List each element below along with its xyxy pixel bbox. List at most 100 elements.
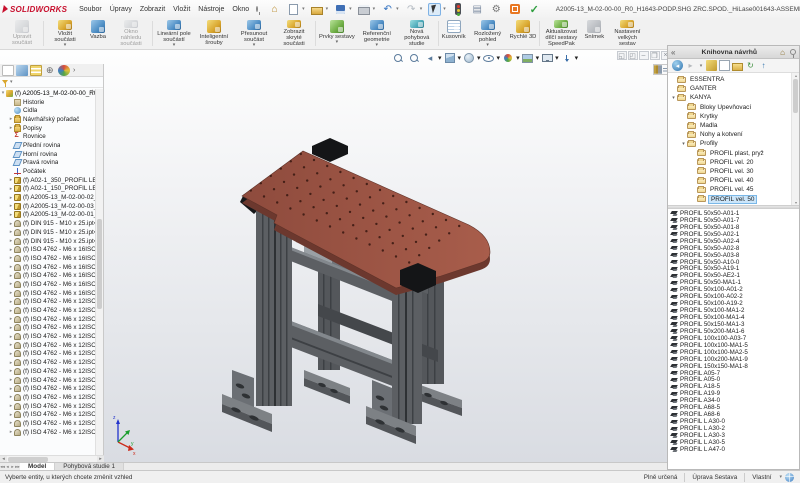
library-folder-ganter[interactable]: GANTER (668, 84, 799, 93)
propertymanager-tab-icon[interactable] (16, 65, 28, 76)
display-mode-dropdown-icon[interactable]: ▾ (779, 474, 782, 480)
tree-item[interactable]: ▸(f) ISO 4762 - M6 x 12ISO.ipt- (0, 324, 96, 333)
tree-item[interactable]: Počátek (0, 167, 96, 176)
tree-vertical-scrollbar[interactable] (95, 89, 103, 455)
library-item[interactable]: PROFIL 50x50-A02-4 (671, 238, 799, 245)
print-icon[interactable] (358, 3, 371, 16)
quick-select-cursor-icon[interactable]: ▾ (427, 3, 447, 16)
library-item[interactable]: PROFIL A68-5 (671, 404, 799, 411)
library-item[interactable]: PROFIL L A47-0 (671, 446, 799, 453)
apply-check-icon[interactable] (528, 3, 541, 16)
dropdown-icon[interactable]: ▾ (376, 43, 379, 47)
library-folder-profil-vel-45[interactable]: PROFIL vel. 45 (668, 185, 799, 194)
library-item[interactable]: PROFIL 50x50-A02-1 (671, 231, 799, 238)
library-item[interactable]: PROFIL 50x100-MA1-2 (671, 307, 799, 314)
tree-item[interactable]: ▸(f) ISO 4762 - M6 x 12ISO.ipt- (0, 358, 96, 367)
ribbon-button-line-rn-pole-sou-st[interactable]: Lineární pole součástí▾ (154, 19, 194, 48)
ribbon-button-aktualizovat-d-l-sestavy-speedpak[interactable]: Aktualizovat dílčí sestavy SpeedPak (541, 19, 581, 48)
headsup-display-style-icon[interactable]: ▾ (461, 52, 481, 64)
headsup-zoom-area-icon[interactable] (406, 52, 422, 64)
ribbon-button-kusovn-k[interactable]: Kusovník (440, 19, 468, 48)
tree-item[interactable]: ▸(f) DIN 915 - M10 x 25.ipt<2> (0, 228, 96, 237)
tree-root-item[interactable]: ▾(f) A2005-13_M-02-00-00_R0_H16 (0, 89, 96, 98)
library-folder-essentra[interactable]: ESSENTRA (668, 75, 799, 84)
quick-redo-icon[interactable]: ▾ (404, 3, 424, 16)
scene-icon[interactable] (521, 52, 534, 64)
globe-icon[interactable] (785, 473, 794, 482)
tree-item[interactable]: ▸(f) A2005-13_M-02-00-01_R0_ (0, 211, 96, 220)
dropdown-icon[interactable]: ▾ (173, 43, 176, 47)
tree-item[interactable]: ▸(f) ISO 4762 - M6 x 16ISO.ipt- (0, 245, 96, 254)
quick-rebuild-traffic-light-icon[interactable] (451, 3, 466, 16)
tree-item[interactable]: Horní rovina (0, 150, 96, 159)
home-icon[interactable] (268, 3, 281, 16)
library-folder-madla[interactable]: Madla (668, 121, 799, 130)
menu-pin-icon[interactable] (256, 6, 258, 12)
appearance-icon[interactable] (502, 52, 515, 64)
quick-options-gear-icon[interactable] (489, 3, 504, 16)
library-item[interactable]: PROFIL 50x100-MA1-4 (671, 314, 799, 321)
dropdown-icon[interactable]: ▾ (575, 54, 579, 62)
library-item[interactable]: PROFIL 100x200-MA1-9 (671, 356, 799, 363)
tree-item[interactable]: ▸(f) ISO 4762 - M6 x 12ISO.ipt- (0, 367, 96, 376)
ribbon-button-vazba[interactable]: Vazba (85, 19, 111, 48)
tree-item[interactable]: ▸(f) ISO 4762 - M6 x 12ISO.ipt- (0, 419, 96, 428)
tabs-overflow-icon[interactable]: › (73, 67, 75, 74)
refresh-icon[interactable]: ↻ (745, 60, 756, 71)
tree-item[interactable]: ▸(f) A02-1_350_PROFIL LEHKY (0, 176, 96, 185)
tree-item[interactable]: Čidla (0, 106, 96, 115)
tree-item[interactable]: ▸(f) ISO 4762 - M6 x 12ISO.ipt- (0, 410, 96, 419)
tree-item[interactable]: ▸(f) DIN 915 - M10 x 25.ipt<1> (0, 219, 96, 228)
scroll-up-icon[interactable]: ^ (91, 90, 94, 96)
tree-item[interactable]: ▸(f) ISO 4762 - M6 x 12ISO.ipt- (0, 402, 96, 411)
quick-print-icon[interactable]: ▾ (357, 3, 377, 16)
library-item[interactable]: PROFIL L A30-0 (671, 418, 799, 425)
quick-open-icon[interactable]: ▾ (310, 3, 330, 16)
library-item[interactable]: PROFIL 50x50-A10-0 (671, 259, 799, 266)
tree-item[interactable]: ▸(f) ISO 4762 - M6 x 12ISO.ipt- (0, 428, 96, 437)
dropdown[interactable]: ▾ (698, 60, 704, 71)
dropdown-icon[interactable]: ▾ (486, 43, 489, 47)
headsup-zoom-fit-icon[interactable] (390, 52, 406, 64)
tree-item[interactable]: ▸(f) ISO 4762 - M6 x 16ISO.ipt- (0, 280, 96, 289)
library-item[interactable]: PROFIL 50x100-A02-2 (671, 293, 799, 300)
library-item[interactable]: PROFIL 50x50-A19-1 (671, 266, 799, 273)
tree-item[interactable]: ▸(f) ISO 4762 - M6 x 16ISO.ipt- (0, 254, 96, 263)
menu-zobrazit[interactable]: Zobrazit (136, 3, 169, 16)
tree-item[interactable]: Rovnice (0, 132, 96, 141)
library-item[interactable]: PROFIL L A30-3 (671, 432, 799, 439)
quick-pdm-icon[interactable] (508, 3, 523, 16)
library-folder-profil-vel-40[interactable]: PROFIL vel. 40 (668, 176, 799, 185)
tree-item[interactable]: ▸(f) ISO 4762 - M6 x 16ISO.ipt- (0, 271, 96, 280)
save-icon[interactable] (334, 3, 347, 16)
tree-item[interactable]: ▸(f) ISO 4762 - M6 x 12ISO.ipt- (0, 350, 96, 359)
quick-save-icon[interactable]: ▾ (333, 3, 353, 16)
custom-properties-icon[interactable] (660, 65, 662, 74)
ribbon-button-vlo-it-sou-sti[interactable]: Vložit součásti▾ (45, 19, 85, 48)
ribbon-button-rozlo-en-pohled[interactable]: Rozložený pohled▾ (468, 19, 508, 48)
collapse-caret-icon[interactable]: ▾ (670, 95, 677, 101)
dropdown-icon[interactable]: ▾ (443, 6, 446, 12)
tree-filter-bar[interactable]: ▾ (0, 77, 103, 88)
design-table-icon[interactable] (471, 3, 484, 16)
ribbon-button-zobrazit-skryt-sou-sti[interactable]: Zobrazit skryté součásti (274, 19, 314, 48)
view-orientation-icon[interactable] (443, 52, 456, 64)
library-folder-profily[interactable]: ▾Profily (668, 139, 799, 148)
forward-icon[interactable]: ▸ (685, 60, 696, 71)
pdm-icon[interactable] (509, 3, 522, 16)
ribbon-button-p-esunout-sou-st[interactable]: Přesunout součást▾ (234, 19, 274, 48)
folder-icon[interactable] (732, 63, 743, 71)
tree-item[interactable]: Pravá rovina (0, 159, 96, 168)
dropdown-icon[interactable]: ▾ (420, 6, 423, 12)
rebuild-traffic-light-icon[interactable] (452, 3, 465, 16)
headsup-view-settings-icon[interactable]: ▾ (539, 52, 559, 64)
library-item[interactable]: PROFIL L A30-2 (671, 425, 799, 432)
up-icon[interactable]: ↑ (758, 60, 769, 71)
view-settings-icon[interactable] (541, 52, 554, 64)
doc-cascade-button[interactable]: ◱ (617, 51, 627, 60)
library-item[interactable]: PROFIL 150x150-MA1-8 (671, 363, 799, 370)
library-item[interactable]: PROFIL 100x100-MA1-5 (671, 342, 799, 349)
library-item[interactable]: PROFIL A68-6 (671, 411, 799, 418)
redo-icon[interactable] (405, 3, 418, 16)
doc-tab-nav-icons[interactable]: ◂◂◂▸▸▸ (0, 463, 20, 470)
